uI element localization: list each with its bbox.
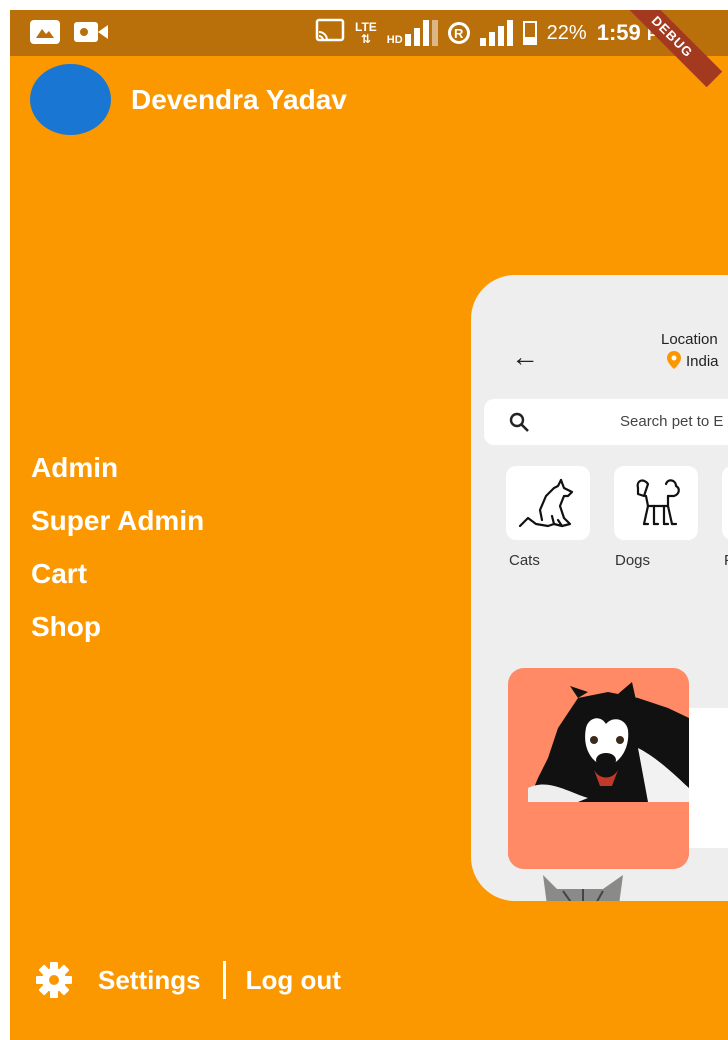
search-placeholder: Search pet to E <box>620 413 724 430</box>
cast-icon <box>315 18 345 48</box>
status-bar: LTE⇅ HD R 22% 1:59 PM DEBUG <box>10 10 728 88</box>
category-cats[interactable] <box>506 466 590 540</box>
category-label-dogs: Dogs <box>615 552 651 569</box>
drawer-menu: Admin Super Admin Cart Shop <box>31 450 204 662</box>
menu-item-cart[interactable]: Cart <box>31 556 204 609</box>
logout-link[interactable]: Log out <box>246 965 341 996</box>
category-label-cats: Cats <box>509 552 540 569</box>
search-input[interactable]: Search pet to E <box>484 399 728 445</box>
lte-indicator: LTE ⇅ <box>355 20 377 46</box>
back-arrow-icon[interactable]: ← <box>511 341 539 373</box>
dog-icon <box>636 479 680 526</box>
cat-photo <box>543 875 623 901</box>
location-value: India <box>686 353 719 370</box>
menu-item-admin[interactable]: Admin <box>31 450 204 503</box>
category-dogs[interactable] <box>614 466 698 540</box>
menu-item-super-admin[interactable]: Super Admin <box>31 503 204 556</box>
search-icon <box>509 412 529 432</box>
avatar[interactable] <box>30 64 111 135</box>
signal-icon-1: HD <box>387 20 438 46</box>
drawer-footer: Settings Log out <box>34 960 341 1000</box>
battery-icon <box>522 21 537 45</box>
signal-icon-2 <box>479 20 513 46</box>
roaming-icon: R <box>447 22 470 44</box>
gallery-icon <box>30 20 60 44</box>
pet-info-card[interactable] <box>689 708 728 848</box>
category-label-more: Pa <box>724 552 728 569</box>
battery-percent: 22% <box>546 21 587 44</box>
menu-item-shop[interactable]: Shop <box>31 609 204 662</box>
app-screen: LTE⇅ HD R 22% 1:59 PM DEBUG Devendra Yad… <box>10 10 728 1040</box>
footer-divider <box>222 961 226 999</box>
home-screen-preview[interactable]: ← Location India Search pet to E Cats Do… <box>471 275 728 901</box>
video-camera-icon <box>74 20 108 49</box>
cat-icon <box>518 478 574 528</box>
location-label: Location <box>661 331 718 348</box>
dog-photo <box>508 682 689 869</box>
location-pin-icon <box>667 351 681 369</box>
category-more[interactable] <box>722 466 728 540</box>
pet-card[interactable] <box>508 668 689 869</box>
gear-icon[interactable] <box>34 960 74 1000</box>
settings-link[interactable]: Settings <box>98 965 201 996</box>
user-name: Devendra Yadav <box>131 84 347 115</box>
